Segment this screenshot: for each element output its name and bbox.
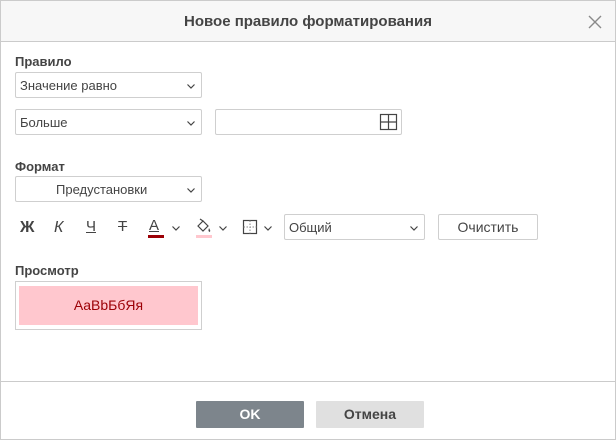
font-color-swatch <box>148 235 164 238</box>
font-color-button[interactable]: А <box>145 215 185 241</box>
rule-value-input[interactable] <box>215 109 402 135</box>
italic-label: К <box>54 219 64 236</box>
preview-box: AaBbБбЯя <box>15 281 202 330</box>
cancel-button[interactable]: Отмена <box>316 401 424 428</box>
dialog-titlebar: Новое правило форматирования <box>1 1 615 42</box>
chevron-down-icon <box>410 226 418 231</box>
rule-condition-value: Больше <box>20 115 68 130</box>
clear-button[interactable]: Очистить <box>438 214 538 240</box>
underline-label: Ч <box>86 218 96 235</box>
paint-bucket-icon <box>197 218 211 232</box>
number-format-select[interactable]: Общий <box>284 214 425 240</box>
dialog-title: Новое правило форматирования <box>184 13 432 30</box>
number-format-value: Общий <box>289 220 332 235</box>
new-formatting-rule-dialog: Новое правило форматирования Правило Зна… <box>0 0 616 440</box>
ok-button[interactable]: OK <box>196 401 304 428</box>
chevron-down-icon <box>187 121 195 126</box>
chevron-down-icon <box>172 226 180 231</box>
preview-label: Просмотр <box>15 263 79 278</box>
rule-condition-select[interactable]: Больше <box>15 109 202 135</box>
chevron-down-icon <box>187 188 195 193</box>
preview-sample: AaBbБбЯя <box>19 286 198 325</box>
presets-select[interactable]: Предустановки <box>15 176 202 202</box>
footer-divider <box>1 381 615 382</box>
bold-label: Ж <box>20 219 35 236</box>
chevron-down-icon <box>219 226 227 231</box>
borders-button[interactable] <box>241 215 277 241</box>
chevron-down-icon <box>187 84 195 89</box>
italic-button[interactable]: К <box>49 215 71 241</box>
fill-color-button[interactable] <box>193 215 233 241</box>
fill-color-swatch <box>196 235 212 238</box>
rule-type-select[interactable]: Значение равно <box>15 72 202 98</box>
chevron-down-icon <box>264 226 272 231</box>
format-label: Формат <box>15 159 65 174</box>
bold-button[interactable]: Ж <box>17 215 39 241</box>
underline-button[interactable]: Ч <box>81 215 103 241</box>
rule-label: Правило <box>15 54 72 69</box>
select-range-icon[interactable] <box>379 113 398 131</box>
rule-type-value: Значение равно <box>20 78 118 93</box>
strikethrough-button[interactable]: Т <box>113 215 135 241</box>
borders-icon <box>242 219 258 235</box>
font-color-label: А <box>149 217 160 234</box>
strikethrough-label: Т <box>118 218 128 235</box>
close-icon[interactable] <box>587 14 603 30</box>
presets-value: Предустановки <box>56 182 148 197</box>
